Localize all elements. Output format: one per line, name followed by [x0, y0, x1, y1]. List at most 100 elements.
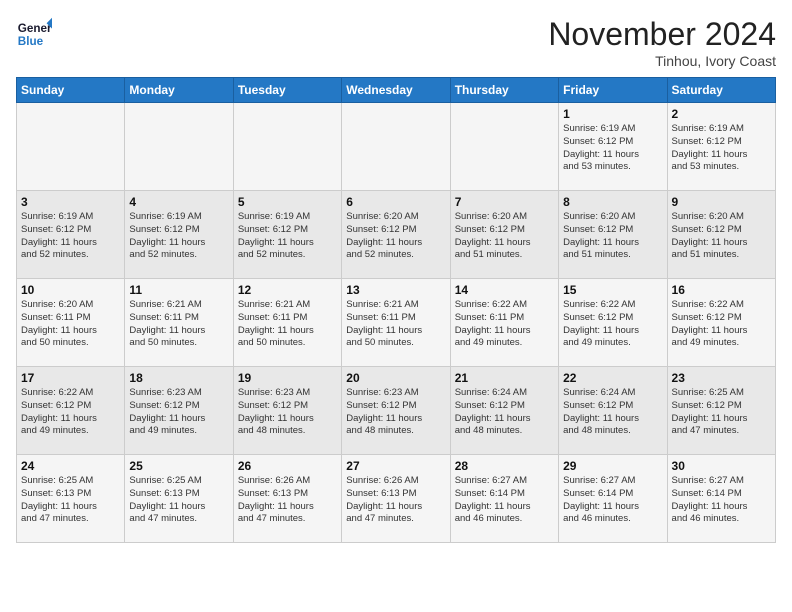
calendar-cell: 2 Sunrise: 6:19 AM Sunset: 6:12 PM Daylig…	[667, 103, 775, 191]
calendar-cell: 16Sunrise: 6:22 AM Sunset: 6:12 PM Dayli…	[667, 279, 775, 367]
day-number: 24	[21, 459, 120, 473]
day-number: 28	[455, 459, 554, 473]
calendar-cell: 13 Sunrise: 6:21 AM Sunset: 6:11 PM Dayli…	[342, 279, 450, 367]
day-header-tuesday: Tuesday	[233, 78, 341, 103]
day-info: Sunrise: 6:22 AM Sunset: 6:12 PM Dayligh…	[672, 299, 771, 350]
day-info: Sunrise: 6:23 AM Sunset: 6:12 PM Dayligh…	[238, 387, 337, 438]
svg-text:General: General	[18, 22, 52, 35]
day-info: Sunrise: 6:20 AM Sunset: 6:12 PM Dayligh…	[563, 211, 662, 262]
svg-text:Blue: Blue	[18, 35, 44, 48]
calendar-week-5: 24 Sunrise: 6:25 AM Sunset: 6:13 PM Dayli…	[17, 455, 776, 543]
calendar-cell: 25 Sunrise: 6:25 AM Sunset: 6:13 PM Dayli…	[125, 455, 233, 543]
day-number: 11	[129, 283, 228, 297]
calendar-cell: 8 Sunrise: 6:20 AM Sunset: 6:12 PM Daylig…	[559, 191, 667, 279]
logo-icon: General Blue	[16, 16, 52, 52]
calendar-header: SundayMondayTuesdayWednesdayThursdayFrid…	[17, 78, 776, 103]
day-info: Sunrise: 6:26 AM Sunset: 6:13 PM Dayligh…	[346, 475, 445, 526]
day-number: 14	[455, 283, 554, 297]
day-number: 25	[129, 459, 228, 473]
calendar-cell: 14 Sunrise: 6:22 AM Sunset: 6:11 PM Dayli…	[450, 279, 558, 367]
calendar-cell: 21 Sunrise: 6:24 AM Sunset: 6:12 PM Dayli…	[450, 367, 558, 455]
calendar-cell	[125, 103, 233, 191]
calendar-week-2: 3 Sunrise: 6:19 AM Sunset: 6:12 PM Daylig…	[17, 191, 776, 279]
calendar-cell: 24Sunrise: 6:25 AM Sunset: 6:13 PM Dayli…	[17, 455, 125, 543]
day-info: Sunrise: 6:27 AM Sunset: 6:14 PM Dayligh…	[455, 475, 554, 526]
day-number: 22	[563, 371, 662, 385]
day-info: Sunrise: 6:27 AM Sunset: 6:14 PM Dayligh…	[563, 475, 662, 526]
day-number: 13	[346, 283, 445, 297]
day-info: Sunrise: 6:24 AM Sunset: 6:12 PM Dayligh…	[455, 387, 554, 438]
day-info: Sunrise: 6:21 AM Sunset: 6:11 PM Dayligh…	[129, 299, 228, 350]
day-info: Sunrise: 6:19 AM Sunset: 6:12 PM Dayligh…	[238, 211, 337, 262]
calendar-cell: 17Sunrise: 6:22 AM Sunset: 6:12 PM Dayli…	[17, 367, 125, 455]
day-header-sunday: Sunday	[17, 78, 125, 103]
calendar-week-1: 1Sunrise: 6:19 AM Sunset: 6:12 PM Daylig…	[17, 103, 776, 191]
day-header-thursday: Thursday	[450, 78, 558, 103]
day-number: 23	[672, 371, 771, 385]
calendar-cell: 30Sunrise: 6:27 AM Sunset: 6:14 PM Dayli…	[667, 455, 775, 543]
day-number: 6	[346, 195, 445, 209]
calendar-table: SundayMondayTuesdayWednesdayThursdayFrid…	[16, 77, 776, 543]
calendar-cell: 7 Sunrise: 6:20 AM Sunset: 6:12 PM Daylig…	[450, 191, 558, 279]
calendar-cell: 12 Sunrise: 6:21 AM Sunset: 6:11 PM Dayli…	[233, 279, 341, 367]
day-number: 29	[563, 459, 662, 473]
day-info: Sunrise: 6:22 AM Sunset: 6:12 PM Dayligh…	[563, 299, 662, 350]
day-number: 4	[129, 195, 228, 209]
day-info: Sunrise: 6:25 AM Sunset: 6:13 PM Dayligh…	[129, 475, 228, 526]
calendar-cell: 3 Sunrise: 6:19 AM Sunset: 6:12 PM Daylig…	[17, 191, 125, 279]
day-info: Sunrise: 6:21 AM Sunset: 6:11 PM Dayligh…	[238, 299, 337, 350]
month-title: November 2024	[548, 16, 776, 53]
day-header-monday: Monday	[125, 78, 233, 103]
day-info: Sunrise: 6:27 AM Sunset: 6:14 PM Dayligh…	[672, 475, 771, 526]
calendar-cell: 22 Sunrise: 6:24 AM Sunset: 6:12 PM Dayli…	[559, 367, 667, 455]
day-number: 3	[21, 195, 120, 209]
day-number: 5	[238, 195, 337, 209]
day-number: 20	[346, 371, 445, 385]
day-info: Sunrise: 6:19 AM Sunset: 6:12 PM Dayligh…	[129, 211, 228, 262]
day-number: 19	[238, 371, 337, 385]
calendar-cell: 26Sunrise: 6:26 AM Sunset: 6:13 PM Dayli…	[233, 455, 341, 543]
calendar-cell: 1Sunrise: 6:19 AM Sunset: 6:12 PM Daylig…	[559, 103, 667, 191]
day-info: Sunrise: 6:23 AM Sunset: 6:12 PM Dayligh…	[129, 387, 228, 438]
day-info: Sunrise: 6:22 AM Sunset: 6:11 PM Dayligh…	[455, 299, 554, 350]
day-info: Sunrise: 6:23 AM Sunset: 6:12 PM Dayligh…	[346, 387, 445, 438]
day-info: Sunrise: 6:20 AM Sunset: 6:12 PM Dayligh…	[455, 211, 554, 262]
day-number: 21	[455, 371, 554, 385]
calendar-cell	[17, 103, 125, 191]
day-number: 17	[21, 371, 120, 385]
day-header-friday: Friday	[559, 78, 667, 103]
day-info: Sunrise: 6:24 AM Sunset: 6:12 PM Dayligh…	[563, 387, 662, 438]
calendar-cell: 18 Sunrise: 6:23 AM Sunset: 6:12 PM Dayli…	[125, 367, 233, 455]
day-number: 7	[455, 195, 554, 209]
day-number: 27	[346, 459, 445, 473]
day-number: 12	[238, 283, 337, 297]
calendar-cell: 19 Sunrise: 6:23 AM Sunset: 6:12 PM Dayli…	[233, 367, 341, 455]
day-number: 8	[563, 195, 662, 209]
calendar-week-3: 10Sunrise: 6:20 AM Sunset: 6:11 PM Dayli…	[17, 279, 776, 367]
calendar-cell: 4 Sunrise: 6:19 AM Sunset: 6:12 PM Daylig…	[125, 191, 233, 279]
calendar-cell	[233, 103, 341, 191]
day-info: Sunrise: 6:21 AM Sunset: 6:11 PM Dayligh…	[346, 299, 445, 350]
calendar-cell	[450, 103, 558, 191]
day-info: Sunrise: 6:19 AM Sunset: 6:12 PM Dayligh…	[21, 211, 120, 262]
calendar-cell: 11 Sunrise: 6:21 AM Sunset: 6:11 PM Dayli…	[125, 279, 233, 367]
calendar-body: 1Sunrise: 6:19 AM Sunset: 6:12 PM Daylig…	[17, 103, 776, 543]
calendar-cell	[342, 103, 450, 191]
title-block: November 2024 Tinhou, Ivory Coast	[548, 16, 776, 69]
day-info: Sunrise: 6:19 AM Sunset: 6:12 PM Dayligh…	[672, 123, 771, 174]
day-number: 9	[672, 195, 771, 209]
calendar-cell: 28 Sunrise: 6:27 AM Sunset: 6:14 PM Dayli…	[450, 455, 558, 543]
calendar-cell: 5 Sunrise: 6:19 AM Sunset: 6:12 PM Daylig…	[233, 191, 341, 279]
location: Tinhou, Ivory Coast	[548, 53, 776, 69]
day-number: 18	[129, 371, 228, 385]
calendar-cell: 9 Sunrise: 6:20 AM Sunset: 6:12 PM Daylig…	[667, 191, 775, 279]
day-info: Sunrise: 6:20 AM Sunset: 6:12 PM Dayligh…	[672, 211, 771, 262]
day-header-saturday: Saturday	[667, 78, 775, 103]
day-number: 26	[238, 459, 337, 473]
calendar-cell: 10Sunrise: 6:20 AM Sunset: 6:11 PM Dayli…	[17, 279, 125, 367]
day-number: 2	[672, 107, 771, 121]
day-number: 10	[21, 283, 120, 297]
calendar-cell: 15Sunrise: 6:22 AM Sunset: 6:12 PM Dayli…	[559, 279, 667, 367]
calendar-week-4: 17Sunrise: 6:22 AM Sunset: 6:12 PM Dayli…	[17, 367, 776, 455]
calendar-cell: 20 Sunrise: 6:23 AM Sunset: 6:12 PM Dayli…	[342, 367, 450, 455]
